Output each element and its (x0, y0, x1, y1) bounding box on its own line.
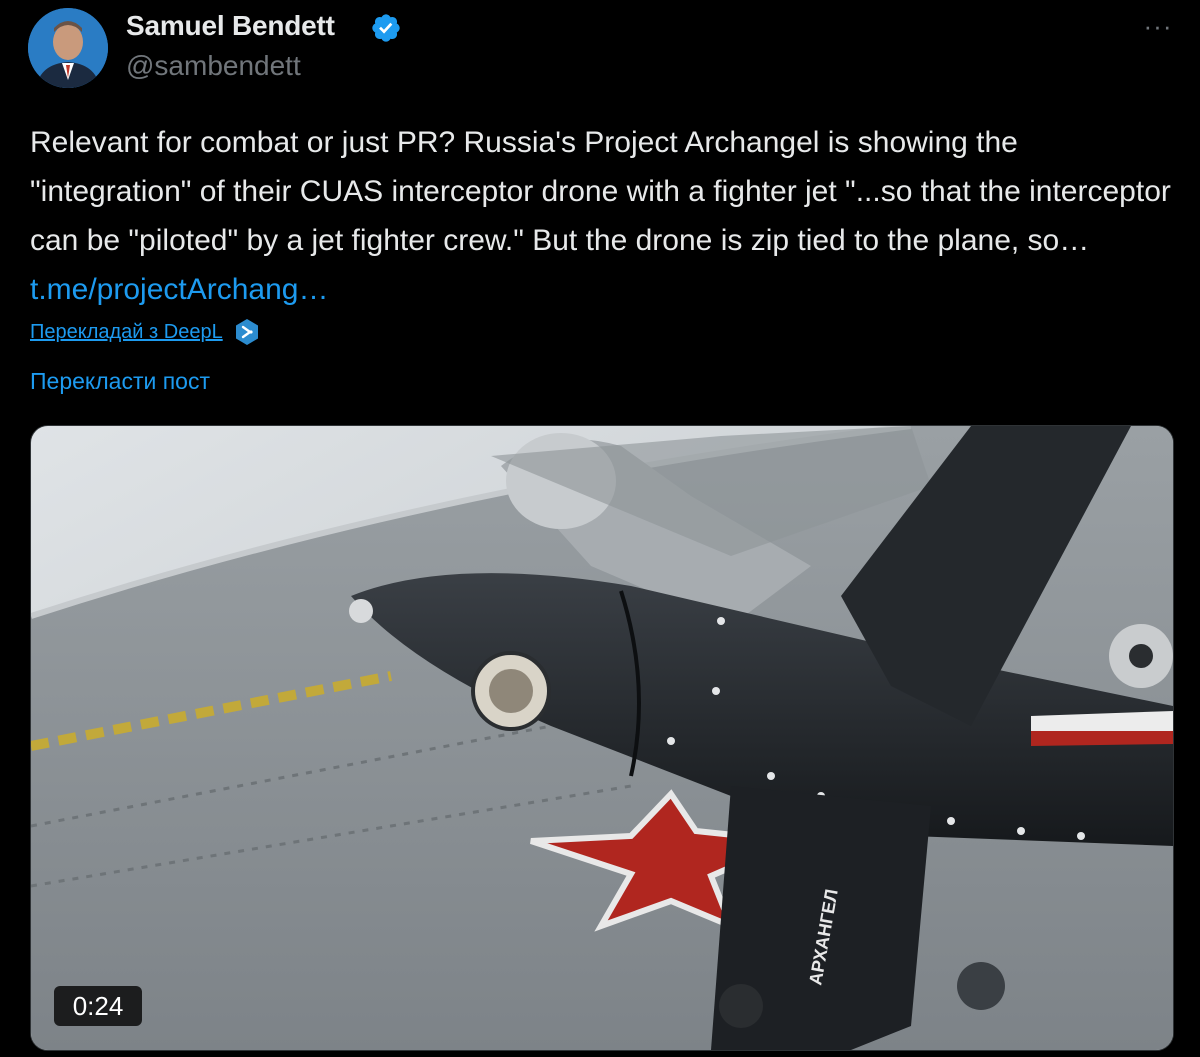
deepl-icon[interactable] (233, 318, 261, 346)
video-duration: 0:24 (54, 986, 142, 1026)
translate-post-link[interactable]: Перекласти пост (30, 368, 210, 395)
deepl-translate-row: Перекладай з DeepL (30, 318, 261, 346)
author-display-name[interactable]: Samuel Bendett (126, 10, 335, 42)
tweet-link[interactable]: t.me/projectArchang… (30, 273, 328, 306)
video-player[interactable]: АРХАНГЕЛ (30, 425, 1174, 1051)
avatar-image (28, 8, 108, 88)
verified-badge-icon (372, 14, 400, 42)
deepl-translate-link[interactable]: Перекладай з DeepL (30, 321, 223, 344)
more-horizontal-icon: ··· (1143, 10, 1173, 41)
avatar[interactable] (28, 8, 108, 88)
more-options-button[interactable]: ··· (1138, 8, 1178, 44)
video-thumbnail: АРХАНГЕЛ (31, 426, 1173, 1050)
tweet-body: Relevant for combat or just PR? Russia's… (30, 126, 1180, 257)
tweet-text: Relevant for combat or just PR? Russia's… (30, 118, 1180, 314)
author-handle[interactable]: @sambendett (126, 50, 301, 82)
